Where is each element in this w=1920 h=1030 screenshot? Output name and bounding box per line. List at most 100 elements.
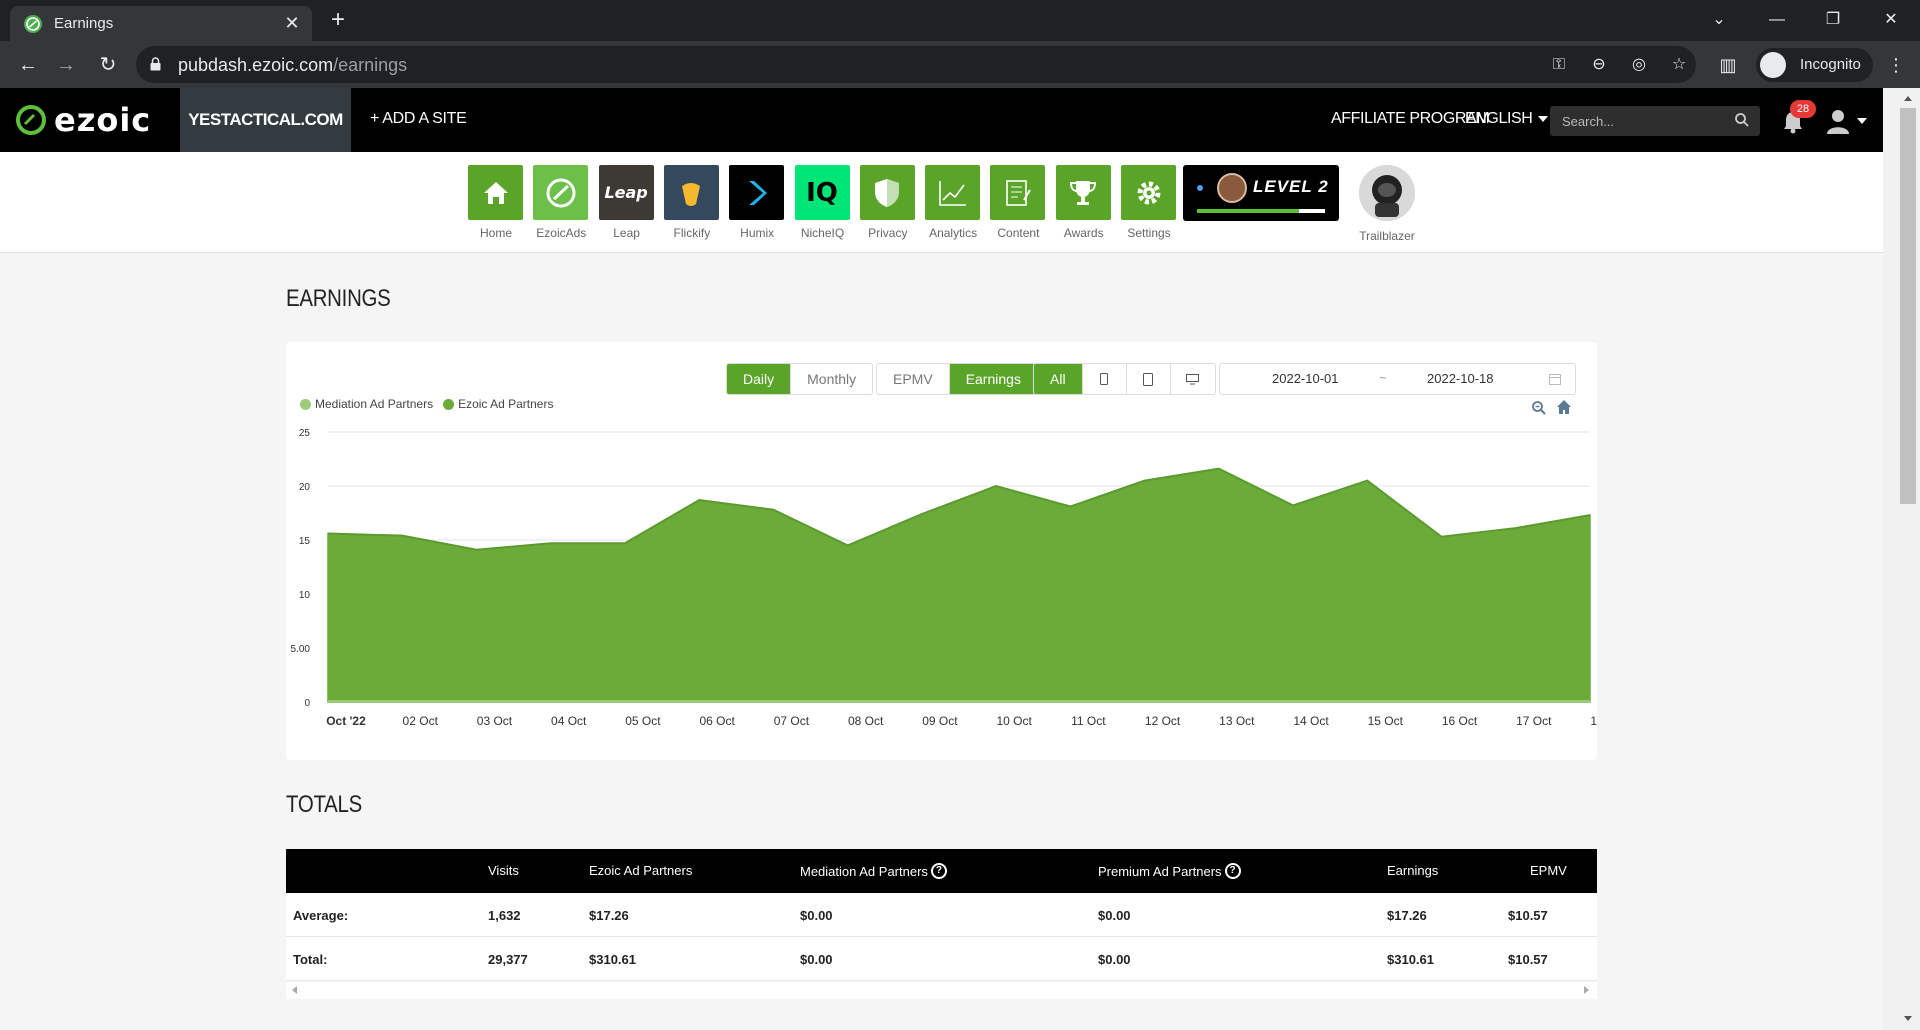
url-path: /earnings — [333, 55, 408, 75]
close-tab-icon[interactable]: ✕ — [280, 11, 304, 35]
tile-humix[interactable]: Humix — [729, 165, 785, 240]
tile-label: Settings — [1127, 226, 1171, 240]
table-row: Total: 29,377 $310.61 $0.00 $0.00 $310.61 $10.… — [286, 937, 1597, 981]
tablet-device-button[interactable] — [1127, 364, 1171, 394]
mobile-icon — [1100, 373, 1109, 385]
browser-tab[interactable]: Earnings ✕ — [10, 6, 312, 41]
search-icon[interactable] — [1734, 112, 1750, 128]
scrollbar-thumb[interactable] — [1900, 108, 1916, 504]
daily-button[interactable]: Daily — [727, 364, 792, 394]
language-dropdown[interactable]: ENGLISH — [1465, 110, 1549, 128]
trailblazer-avatar[interactable] — [1359, 165, 1415, 221]
bookmark-star-icon[interactable]: ☆ — [1668, 54, 1690, 76]
avatar — [1217, 173, 1247, 203]
forward-icon[interactable]: → — [52, 51, 80, 79]
tile-content[interactable]: Content — [990, 165, 1046, 240]
date-end: 2022-10-18 — [1427, 371, 1494, 386]
reload-icon[interactable]: ↻ — [94, 51, 122, 79]
x-tick-label: 03 Oct — [477, 714, 513, 728]
epmv-button[interactable]: EPMV — [877, 364, 950, 394]
earnings-title: EARNINGS — [286, 285, 391, 312]
legend-item-ezoic[interactable]: Ezoic Ad Partners — [443, 397, 553, 411]
x-tick-label: 09 Oct — [922, 714, 958, 728]
date-start: 2022-10-01 — [1272, 371, 1339, 386]
earnings-button[interactable]: Earnings — [949, 364, 1037, 394]
col-premium-ad-partners: Premium Ad Partners? — [1098, 863, 1241, 879]
apps-nav: LEVEL 2 Trailblazer Home EzoicAds Leap Leap… — [0, 152, 1883, 253]
tile-privacy[interactable]: Privacy — [859, 165, 915, 240]
tracking-off-icon[interactable]: ◎ — [1628, 54, 1650, 76]
mediation-baseline — [328, 700, 1590, 703]
tile-analytics[interactable]: Analytics — [925, 165, 981, 240]
chrome-menu-icon[interactable]: ⋮ — [1882, 51, 1910, 79]
area-series-1 — [327, 467, 1591, 703]
earnings-chart: 0 5.00 10 15 20 25 Oct '22 02 Oct 03 Oct 04 Oct 05… — [291, 428, 1597, 728]
table-horizontal-scrollbar[interactable] — [286, 982, 1597, 999]
level-badge[interactable]: LEVEL 2 — [1183, 165, 1339, 221]
tile-flickify[interactable]: Flickify — [663, 165, 719, 240]
table-cell: $0.00 — [800, 952, 833, 967]
legend-dot — [300, 398, 311, 410]
scroll-up-icon[interactable] — [1904, 96, 1912, 101]
level-progress-fill — [1197, 209, 1300, 213]
tile-ezoicads[interactable]: EzoicAds — [533, 165, 589, 240]
all-devices-button[interactable]: All — [1034, 364, 1083, 394]
col-label: Premium Ad Partners — [1098, 863, 1222, 879]
tile-leap[interactable]: Leap Leap — [598, 165, 654, 240]
side-panel-icon[interactable]: ▥ — [1714, 51, 1742, 79]
tile-settings[interactable]: Settings — [1121, 165, 1176, 240]
legend-item-mediation[interactable]: Mediation Ad Partners — [300, 397, 433, 411]
page-scrollbar[interactable] — [1883, 88, 1920, 1030]
user-icon[interactable] — [1826, 108, 1850, 134]
site-selector[interactable]: YESTACTICAL.COM — [180, 88, 351, 152]
scroll-down-icon[interactable] — [1904, 1016, 1912, 1021]
caret-down-icon — [1538, 115, 1549, 122]
x-tick-label: 17 Oct — [1516, 714, 1552, 728]
tab-search-icon[interactable]: ⌄ — [1704, 6, 1734, 34]
x-tick-label: 11 Oct — [1071, 714, 1106, 728]
x-tick-label: 08 Oct — [848, 714, 884, 728]
restore-icon[interactable]: ❐ — [1818, 6, 1848, 34]
address-bar[interactable]: pubdash.ezoic.com/earnings ⚿ ⊖ ◎ ☆ — [136, 46, 1696, 83]
user-caret-down-icon[interactable] — [1857, 118, 1867, 124]
lock-icon — [150, 57, 161, 71]
chart-legend: Mediation Ad Partners Ezoic Ad Partners — [300, 397, 553, 411]
incognito-profile-button[interactable]: Incognito — [1756, 48, 1873, 82]
earnings-card: Daily Monthly EPMV Earnings All 2022-10-… — [286, 342, 1597, 760]
close-window-icon[interactable]: ✕ — [1876, 6, 1906, 34]
device-toggle: All — [1033, 363, 1216, 395]
help-icon[interactable]: ? — [930, 863, 947, 879]
back-icon[interactable]: ← — [14, 51, 42, 79]
col-mediation-ad-partners: Mediation Ad Partners? — [800, 863, 947, 879]
scroll-left-icon[interactable] — [292, 986, 297, 994]
date-range-picker[interactable]: 2022-10-01 ~ 2022-10-18 — [1219, 363, 1576, 395]
ezoic-favicon-icon — [24, 15, 42, 33]
zoom-out-icon[interactable]: ⊖ — [1588, 54, 1610, 76]
tile-home[interactable]: Home — [468, 165, 523, 240]
help-icon[interactable]: ? — [1224, 863, 1241, 879]
tile-logo-text: IQ — [806, 177, 838, 208]
mobile-device-button[interactable] — [1083, 364, 1127, 394]
scroll-right-icon[interactable] — [1584, 986, 1589, 994]
col-earnings: Earnings — [1387, 863, 1439, 878]
y-tick-label: 10 — [299, 590, 311, 601]
desktop-device-button[interactable] — [1171, 364, 1215, 394]
table-row: Average: 1,632 $17.26 $0.00 $0.00 $17.26 $10.5… — [286, 893, 1597, 937]
tile-awards[interactable]: Awards — [1055, 165, 1111, 240]
x-tick-label: 15 Oct — [1368, 714, 1404, 728]
tile-nicheiq[interactable]: IQ NicheIQ — [794, 165, 850, 240]
ezoic-logo[interactable]: ezoic — [16, 101, 151, 139]
col-label: Mediation Ad Partners — [800, 863, 928, 879]
monthly-button[interactable]: Monthly — [791, 364, 872, 394]
add-site-link[interactable]: + ADD A SITE — [370, 110, 467, 128]
incognito-icon — [1760, 52, 1786, 78]
new-tab-icon[interactable]: + — [326, 8, 350, 33]
col-visits: Visits — [488, 863, 519, 878]
x-tick-label: 02 Oct — [403, 714, 439, 728]
y-tick-label: 5.00 — [291, 644, 311, 655]
key-icon[interactable]: ⚿ — [1548, 54, 1570, 76]
search-input[interactable] — [1550, 106, 1760, 136]
minimize-icon[interactable]: — — [1762, 6, 1792, 34]
url-host: pubdash.ezoic.com — [178, 55, 334, 75]
analytics-icon — [925, 165, 981, 220]
